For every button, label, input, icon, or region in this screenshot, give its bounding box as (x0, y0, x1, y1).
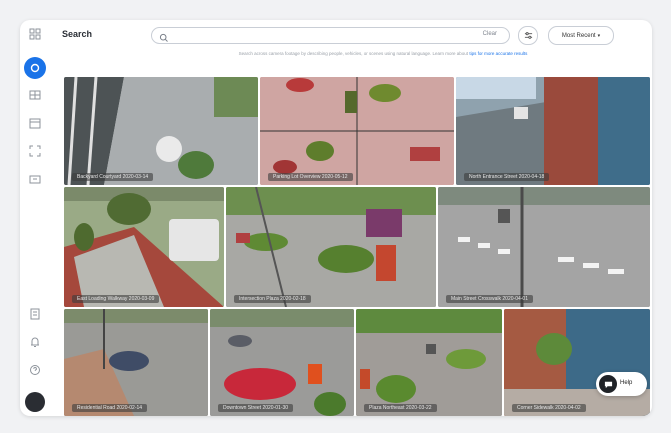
camera-label: Intersection Plaza 2020-02-18 (234, 295, 311, 303)
camera-tile[interactable]: Backyard Courtyard 2020-03-14 (64, 77, 258, 185)
camera-tile[interactable]: East Loading Walkway 2020-03-09 (64, 187, 224, 307)
avatar[interactable] (25, 392, 45, 412)
camera-frame (226, 187, 436, 307)
chat-icon (599, 375, 617, 393)
calendar-icon[interactable] (25, 113, 45, 133)
camera-label: Parking Lot Overview 2020-05-12 (268, 173, 353, 181)
help-chat-button[interactable]: Help (596, 372, 647, 396)
sort-label: Most Recent (561, 32, 596, 39)
camera-tile[interactable]: Intersection Plaza 2020-02-18 (226, 187, 436, 307)
help-chat-label: Help (620, 380, 633, 386)
hint-text: Search across camera footage by describi… (238, 51, 469, 56)
camera-frame (356, 309, 502, 416)
camera-tile[interactable]: Residential Road 2020-02-14 (64, 309, 208, 416)
camera-frame (438, 187, 650, 307)
hint-link[interactable]: tips for more accurate results (469, 51, 527, 56)
sort-dropdown[interactable]: Most Recent ▾ (548, 26, 614, 45)
camera-frame (210, 309, 354, 416)
search-icon[interactable] (24, 57, 46, 79)
page-title: Search (62, 29, 93, 39)
search-icon (159, 30, 169, 42)
camera-label: Downtown Street 2020-01-30 (218, 404, 294, 412)
main-card: Search Clear Most Recent ▾ Search across… (20, 20, 652, 416)
camera-frame (504, 309, 650, 416)
search-hint: Search across camera footage by describi… (138, 51, 628, 56)
camera-frame (64, 309, 208, 416)
scan-icon[interactable] (25, 141, 45, 161)
camera-grid: Backyard Courtyard 2020-03-14 Parking Lo… (64, 77, 650, 416)
camera-label: Plaza Northeast 2020-03-22 (364, 404, 437, 412)
sidebar (20, 20, 50, 416)
filter-icon (524, 32, 532, 39)
camera-label: North Entrance Street 2020-04-18 (464, 173, 550, 181)
camera-label: Corner Sidewalk 2020-04-02 (512, 404, 586, 412)
camera-tile[interactable]: North Entrance Street 2020-04-18 (456, 77, 650, 185)
camera-label: East Loading Walkway 2020-03-09 (72, 295, 160, 303)
document-icon[interactable] (25, 304, 45, 324)
camera-label: Residential Road 2020-02-14 (72, 404, 148, 412)
layout-icon[interactable] (25, 85, 45, 105)
camera-label: Main Street Crosswalk 2020-04-01 (446, 295, 533, 303)
help-icon[interactable] (25, 360, 45, 380)
bell-icon[interactable] (25, 332, 45, 352)
filter-button[interactable] (518, 26, 538, 45)
clear-button[interactable]: Clear (483, 31, 497, 37)
grid-icon[interactable] (25, 24, 45, 44)
camera-frame (64, 77, 258, 185)
camera-frame (456, 77, 650, 185)
search-input[interactable]: Clear (151, 27, 510, 44)
archive-icon[interactable] (25, 169, 45, 189)
chevron-down-icon: ▾ (597, 32, 601, 39)
camera-frame (64, 187, 224, 307)
camera-label: Backyard Courtyard 2020-03-14 (72, 173, 154, 181)
camera-tile[interactable]: Corner Sidewalk 2020-04-02 (504, 309, 650, 416)
camera-tile[interactable]: Main Street Crosswalk 2020-04-01 (438, 187, 650, 307)
camera-frame (260, 77, 454, 185)
camera-tile[interactable]: Downtown Street 2020-01-30 (210, 309, 354, 416)
camera-tile[interactable]: Plaza Northeast 2020-03-22 (356, 309, 502, 416)
camera-tile[interactable]: Parking Lot Overview 2020-05-12 (260, 77, 454, 185)
